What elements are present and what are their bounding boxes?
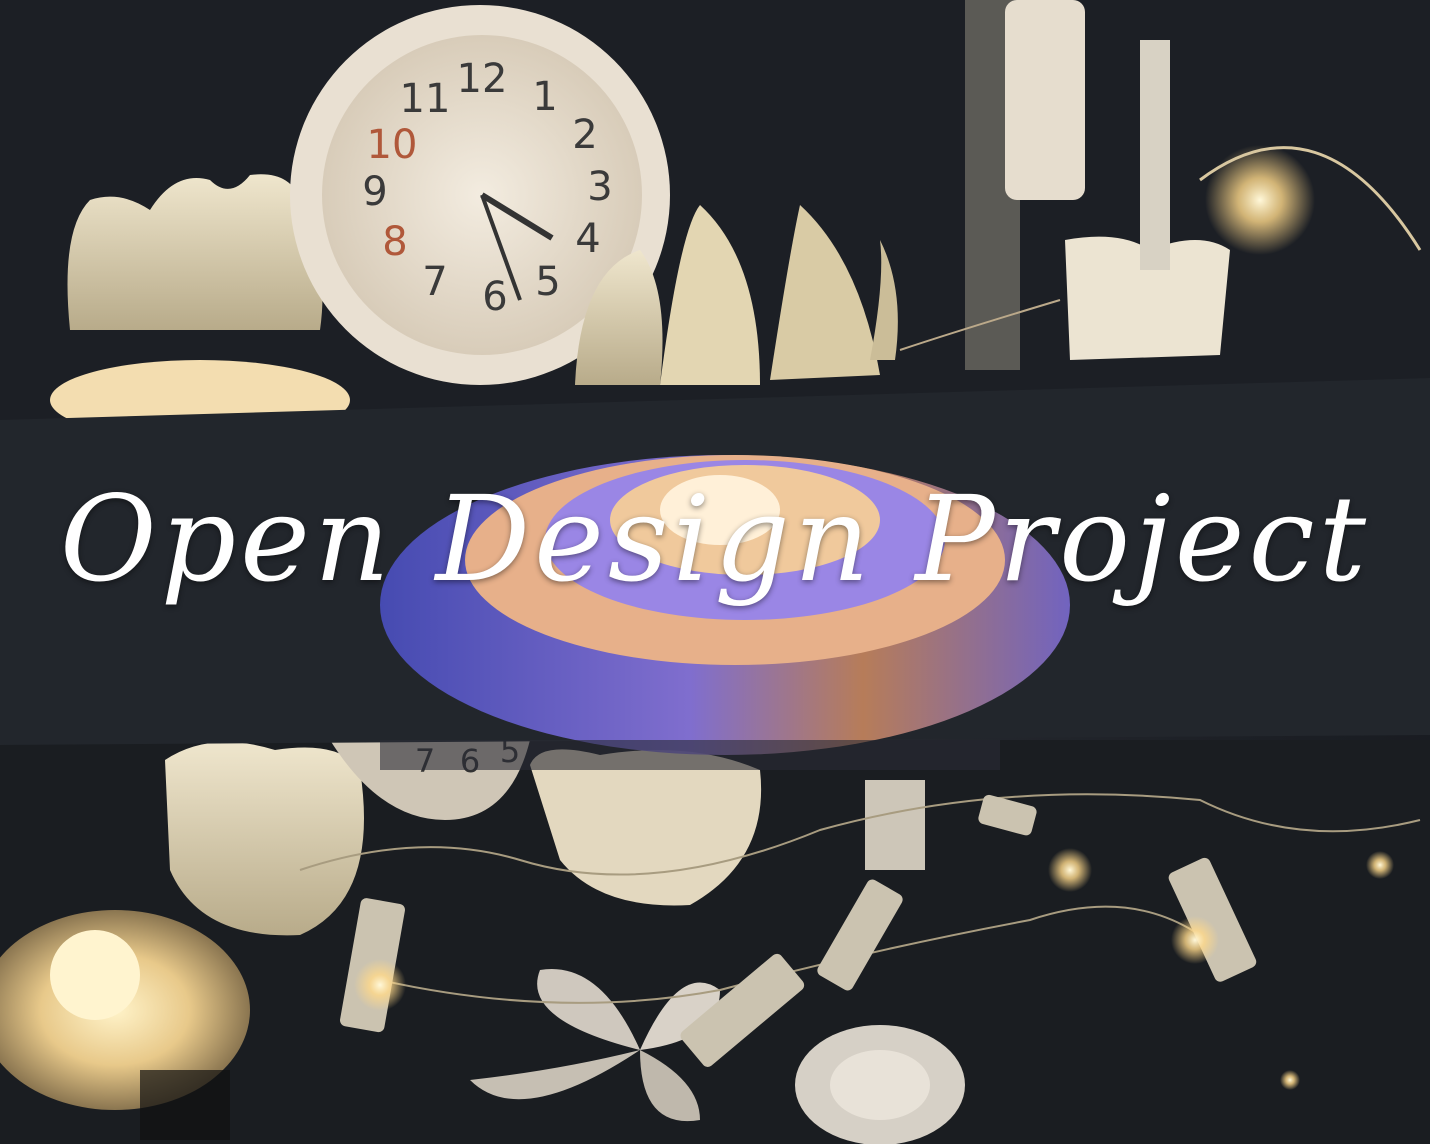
clock-numeral: 5 (535, 259, 560, 305)
clock-numeral: 4 (575, 216, 600, 262)
page-title: Open Design Project (59, 470, 1371, 608)
clock-numeral: 12 (457, 56, 508, 102)
photo-collage: 12 1 2 3 4 5 6 7 8 9 10 11 Open Design P… (0, 0, 1430, 1144)
clock-numeral: 7 (422, 259, 447, 305)
clock-numeral: 2 (572, 112, 597, 158)
clock-numeral: 1 (532, 74, 557, 120)
top-photo-panel: 12 1 2 3 4 5 6 7 8 9 10 11 (0, 0, 1430, 440)
clock-numeral: 8 (382, 219, 407, 265)
clock-numeral: 11 (400, 76, 451, 122)
clock-numeral: 6 (482, 274, 507, 320)
clock-numeral: 10 (367, 122, 418, 168)
clock-numeral: 9 (362, 169, 387, 215)
bottom-photo-panel: 7 6 5 (0, 732, 1430, 1144)
clock-numeral: 3 (587, 164, 612, 210)
tulip-lamp-shape (67, 174, 323, 330)
